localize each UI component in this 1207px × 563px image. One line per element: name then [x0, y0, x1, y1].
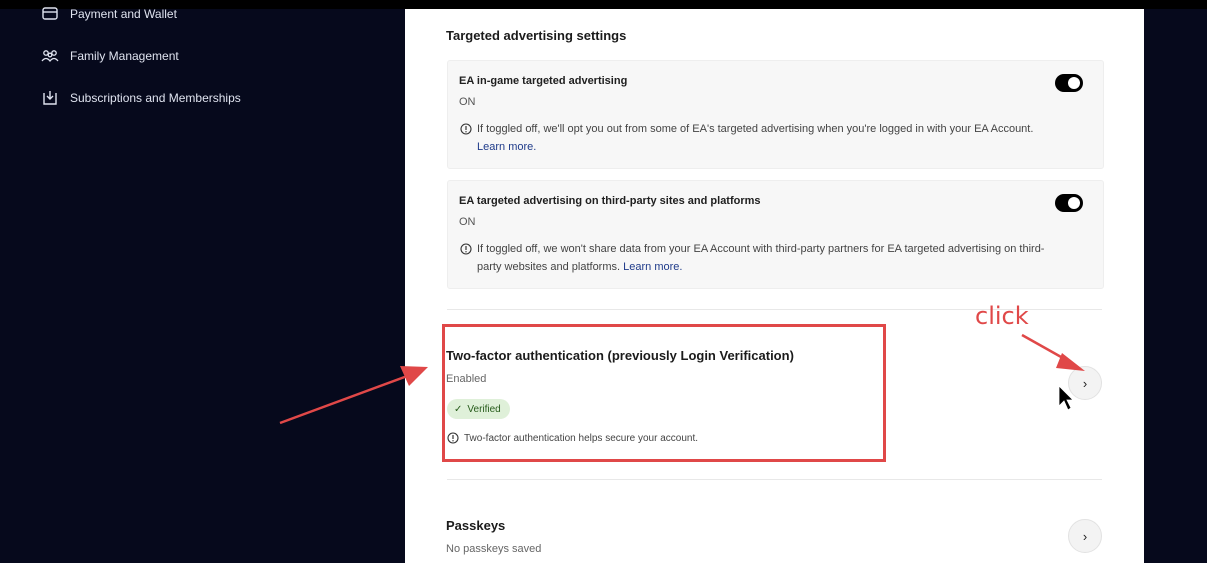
annotation-overlay [279, 333, 1085, 425]
annotation-arrow-left [279, 366, 428, 425]
annotation-arrow-right [1021, 333, 1085, 371]
mouse-cursor-icon [1058, 385, 1074, 411]
